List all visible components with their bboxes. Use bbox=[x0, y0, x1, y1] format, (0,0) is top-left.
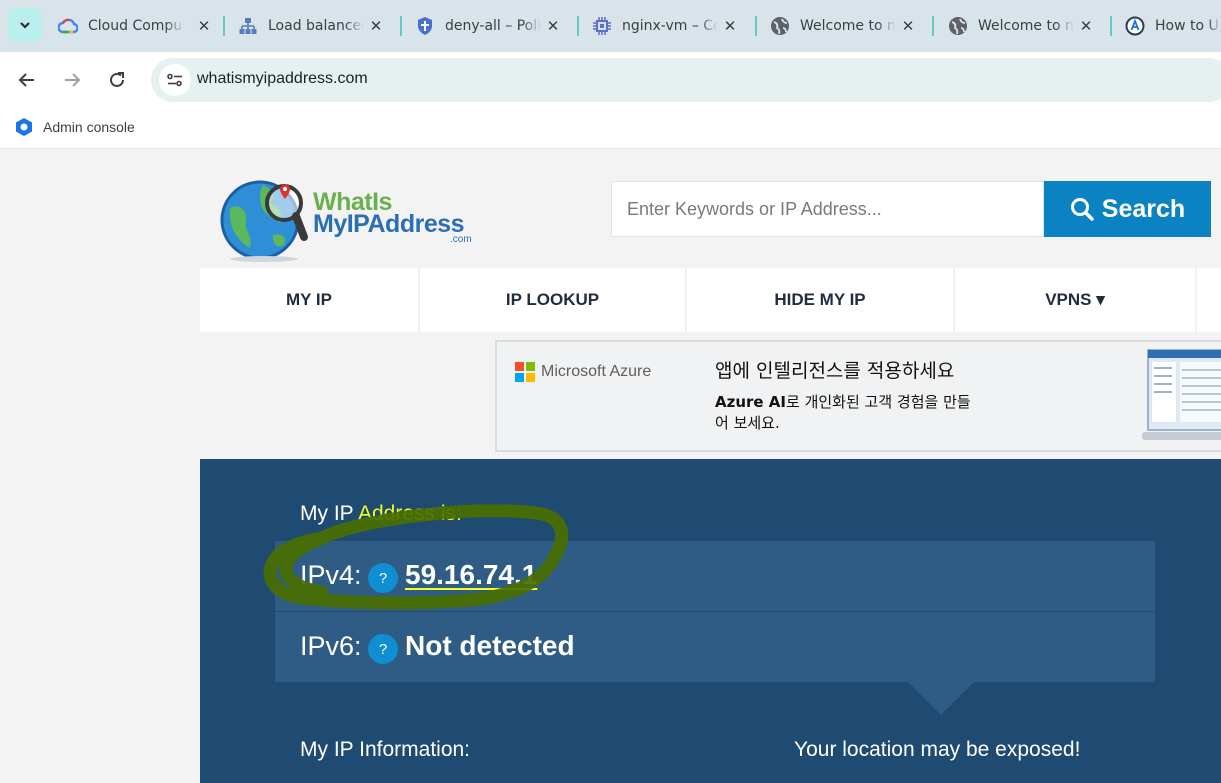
bookmark-label: Admin console bbox=[43, 119, 135, 135]
laptop-screenshot-icon bbox=[1142, 349, 1221, 440]
url-text[interactable]: whatismyipaddress.com bbox=[197, 70, 368, 88]
nav-item-hide-my-ip[interactable]: HIDE MY IP bbox=[687, 268, 955, 332]
tab-title: Load balancers bbox=[268, 18, 364, 34]
nav-item-vpns[interactable]: VPNS ▾ bbox=[955, 268, 1197, 332]
close-icon[interactable]: ✕ bbox=[366, 16, 386, 36]
bookmarks-bar: Admin console bbox=[0, 107, 1221, 149]
load-balancer-icon bbox=[238, 16, 258, 36]
ip-information-heading: My IP Information: bbox=[300, 738, 471, 761]
ad-body: Azure AI로 개인화된 고객 경험을 만들어 보세요. bbox=[715, 392, 975, 434]
microsoft-logo-icon bbox=[515, 362, 535, 382]
tab-divider bbox=[400, 16, 402, 36]
close-icon[interactable]: ✕ bbox=[1076, 16, 1096, 36]
admin-console-icon bbox=[14, 117, 34, 137]
ad-headline: 앱에 인텔리전스를 적용하세요 bbox=[715, 360, 955, 382]
page-content: WhatIs MyIPAddress .com Enter Keywords o… bbox=[0, 150, 1221, 783]
globe-magnifier-icon bbox=[220, 180, 308, 262]
nav-item-my-ip[interactable]: MY IP bbox=[200, 268, 420, 332]
site-info-icon[interactable] bbox=[159, 64, 191, 96]
tab-deny-all-policy[interactable]: deny-all – Policy ✕ bbox=[415, 6, 563, 46]
reload-button[interactable] bbox=[99, 62, 135, 98]
tab-divider bbox=[223, 16, 225, 36]
search-button-label: Search bbox=[1101, 194, 1186, 223]
tab-divider bbox=[755, 16, 757, 36]
search-input[interactable]: Enter Keywords or IP Address... bbox=[611, 181, 1044, 237]
nav-item-ip-lookup[interactable]: IP LOOKUP bbox=[420, 268, 687, 332]
tab-strip: Cloud Computing Services ✕ Load balancer… bbox=[0, 0, 1221, 52]
browser-toolbar: whatismyipaddress.com bbox=[0, 52, 1221, 107]
ad-body-bold: Azure AI bbox=[715, 393, 787, 411]
arrow-left-icon bbox=[18, 73, 34, 87]
globe-icon bbox=[948, 16, 968, 36]
ipv4-row: IPv4: ? 59.16.74.1 bbox=[275, 541, 1155, 611]
reload-icon bbox=[110, 72, 124, 87]
site-logo[interactable]: WhatIs MyIPAddress .com bbox=[218, 173, 488, 263]
search-button[interactable]: Search bbox=[1044, 181, 1211, 237]
tab-welcome-nginx-2[interactable]: Welcome to nginx ✕ bbox=[948, 6, 1096, 46]
microsoft-azure-logo: Microsoft Azure bbox=[515, 362, 651, 382]
tab-welcome-nginx-1[interactable]: Welcome to nginx ✕ bbox=[770, 6, 918, 46]
search-icon bbox=[1070, 198, 1094, 221]
tab-divider bbox=[577, 16, 579, 36]
close-icon[interactable]: ✕ bbox=[898, 16, 918, 36]
tab-title: Welcome to nginx bbox=[800, 18, 896, 34]
callout-pointer bbox=[908, 682, 974, 715]
ipv6-value: Not detected bbox=[405, 630, 575, 661]
close-icon[interactable]: ✕ bbox=[194, 16, 214, 36]
chip-icon bbox=[592, 16, 612, 36]
back-button[interactable] bbox=[9, 62, 45, 98]
tab-load-balancers[interactable]: Load balancers ✕ bbox=[238, 6, 386, 46]
tab-search-button[interactable] bbox=[8, 8, 42, 42]
shield-icon bbox=[415, 16, 435, 36]
ip-address-panel: My IP Address is: IPv4: ? 59.16.74.1 IPv… bbox=[200, 459, 1221, 783]
close-icon[interactable]: ✕ bbox=[543, 16, 563, 36]
tab-title: nginx-vm – Compute bbox=[622, 18, 718, 34]
tab-how-to-use[interactable]: How to Use bbox=[1125, 6, 1221, 46]
chevron-down-icon bbox=[20, 22, 30, 29]
tab-title: How to Use bbox=[1155, 18, 1221, 34]
ip-heading-prefix: My IP bbox=[300, 502, 354, 525]
google-cloud-icon bbox=[58, 16, 78, 36]
ipv6-row: IPv6: ? Not detected bbox=[275, 612, 1155, 682]
help-icon[interactable]: ? bbox=[368, 563, 398, 593]
app-icon bbox=[1125, 16, 1145, 36]
forward-button[interactable] bbox=[54, 62, 90, 98]
ipv4-label: IPv4: bbox=[300, 560, 362, 590]
main-nav: MY IP IP LOOKUP HIDE MY IP VPNS ▾ bbox=[200, 268, 1221, 332]
ipv6-label: IPv6: bbox=[300, 631, 362, 661]
tab-nginx-vm[interactable]: nginx-vm – Compute ✕ bbox=[592, 6, 740, 46]
ipv4-value-link[interactable]: 59.16.74.1 bbox=[405, 559, 537, 591]
bookmark-admin-console[interactable]: Admin console bbox=[14, 117, 135, 137]
nav-item-more[interactable] bbox=[1197, 268, 1221, 332]
ad-brand: Microsoft Azure bbox=[541, 363, 652, 380]
tab-title: Welcome to nginx bbox=[978, 18, 1074, 34]
tab-divider bbox=[932, 16, 934, 36]
globe-icon bbox=[770, 16, 790, 36]
ip-heading-highlight: Address is: bbox=[357, 502, 462, 525]
close-icon[interactable]: ✕ bbox=[720, 16, 740, 36]
logo-text-line2: MyIPAddress bbox=[313, 210, 465, 238]
arrow-right-icon bbox=[65, 73, 81, 87]
address-bar[interactable]: whatismyipaddress.com bbox=[151, 58, 1221, 102]
ip-heading: My IP Address is: bbox=[300, 502, 462, 526]
tab-divider bbox=[1110, 16, 1112, 36]
tab-title: Cloud Computing Services bbox=[88, 18, 184, 34]
ad-banner[interactable]: Microsoft Azure 앱에 인텔리전스를 적용하세요 Azure AI… bbox=[495, 340, 1221, 452]
tab-cloud-computing[interactable]: Cloud Computing Services ✕ bbox=[58, 6, 214, 46]
tab-title: deny-all – Policy bbox=[445, 18, 541, 34]
logo-suffix: .com bbox=[450, 234, 472, 245]
help-icon[interactable]: ? bbox=[368, 634, 398, 664]
location-exposed-heading: Your location may be exposed! bbox=[794, 738, 1081, 761]
